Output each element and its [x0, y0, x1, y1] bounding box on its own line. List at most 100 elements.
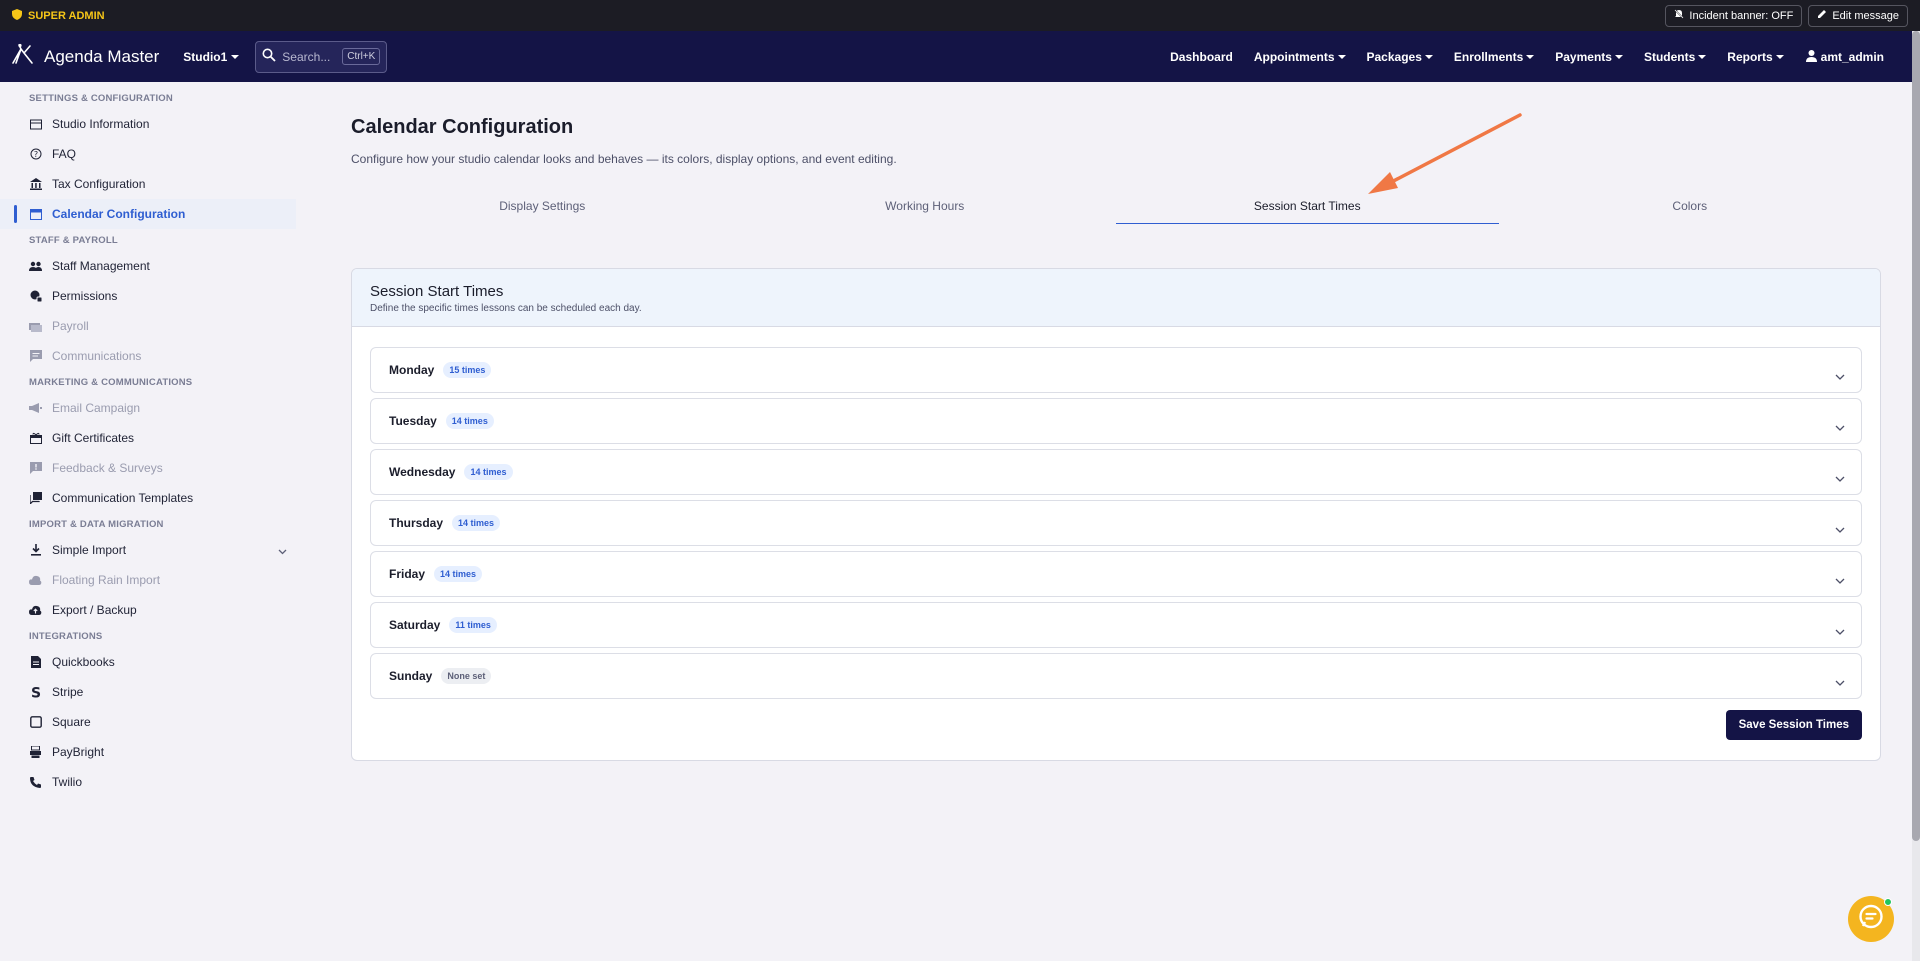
day-list: Monday 15 times Tuesday 14 times Wednesd… [352, 327, 1880, 699]
chat-bubble-icon [1858, 904, 1884, 935]
chevron-down-icon[interactable] [1835, 418, 1845, 436]
sidebar-item-studio-information[interactable]: Studio Information [0, 109, 300, 139]
online-status-dot [1884, 898, 1892, 906]
page-title: Calendar Configuration [351, 116, 574, 138]
studio-selector[interactable]: Studio1 [183, 50, 240, 64]
sidebar-item-feedback-surveys[interactable]: Feedback & Surveys [0, 453, 300, 483]
chevron-down-icon[interactable] [1835, 520, 1845, 538]
nav-students[interactable]: Students [1644, 50, 1707, 64]
permissions-icon [29, 290, 42, 303]
times-count-badge: 14 times [452, 515, 501, 531]
page-scrollbar-thumb[interactable] [1912, 31, 1920, 841]
day-row-tuesday[interactable]: Tuesday 14 times [370, 398, 1862, 444]
day-name: Friday [389, 567, 426, 581]
day-row-thursday[interactable]: Thursday 14 times [370, 500, 1862, 546]
shortcut-hint: Ctrl+K [342, 48, 381, 65]
gift-icon [29, 432, 42, 445]
sidebar-section-title: SETTINGS & CONFIGURATION [29, 92, 173, 104]
day-row-wednesday[interactable]: Wednesday 14 times [370, 449, 1862, 495]
tab-working-hours[interactable]: Working Hours [734, 188, 1117, 224]
sidebar-item-faq[interactable]: ? FAQ [0, 139, 300, 169]
sidebar-item-communications[interactable]: Communications [0, 341, 300, 371]
nav-enrollments[interactable]: Enrollments [1454, 50, 1535, 64]
caret-down-icon [1526, 54, 1535, 59]
stripe-icon: S [29, 686, 42, 699]
card-title: Session Start Times [370, 283, 504, 300]
dancer-logo-icon [10, 43, 36, 70]
nav-appointments[interactable]: Appointments [1254, 50, 1346, 64]
cloud-icon [29, 574, 42, 587]
sidebar-item-payroll[interactable]: Payroll [0, 311, 300, 341]
shield-icon [12, 8, 22, 23]
sidebar-item-paybright[interactable]: PayBright [0, 737, 300, 767]
day-name: Sunday [389, 669, 433, 683]
sidebar-item-gift-certificates[interactable]: Gift Certificates [0, 423, 300, 453]
edit-message-button[interactable]: Edit message [1808, 4, 1908, 27]
sidebar-item-calendar-configuration[interactable]: Calendar Configuration [0, 199, 296, 229]
chevron-down-icon[interactable] [278, 544, 287, 558]
sidebar-item-floating-rain-import[interactable]: Floating Rain Import [0, 565, 300, 595]
feedback-icon [29, 462, 42, 475]
sidebar-section-title: STAFF & PAYROLL [29, 234, 118, 246]
sidebar-item-twilio[interactable]: Twilio [0, 767, 300, 797]
sidebar-item-tax-configuration[interactable]: Tax Configuration [0, 169, 300, 199]
page-subtitle: Configure how your studio calendar looks… [351, 152, 897, 166]
chevron-down-icon[interactable] [1835, 367, 1845, 385]
nav-packages[interactable]: Packages [1367, 50, 1433, 64]
cloud-upload-icon [29, 604, 42, 617]
caret-down-icon [1337, 54, 1346, 59]
support-chat-button[interactable] [1848, 896, 1894, 942]
sidebar-section-title: MARKETING & COMMUNICATIONS [29, 376, 193, 388]
search-input[interactable]: Search... Ctrl+K [255, 40, 388, 73]
tab-display-settings[interactable]: Display Settings [351, 188, 734, 224]
times-count-badge: 11 times [449, 617, 497, 633]
chat-icon [29, 350, 42, 363]
bank-icon [29, 178, 42, 191]
settings-sidebar: SETTINGS & CONFIGURATION Studio Informat… [0, 82, 300, 961]
megaphone-icon [29, 402, 42, 415]
svg-text:?: ? [33, 150, 37, 159]
nav-payments[interactable]: Payments [1555, 50, 1623, 64]
nav-reports[interactable]: Reports [1727, 50, 1784, 64]
sidebar-item-simple-import[interactable]: Simple Import [0, 535, 300, 565]
chevron-down-icon[interactable] [1835, 673, 1845, 691]
nav-dashboard[interactable]: Dashboard [1170, 50, 1233, 64]
caret-down-icon [1775, 54, 1784, 59]
super-admin-label: SUPER ADMIN [12, 8, 105, 23]
calendar-icon [29, 208, 42, 221]
user-menu[interactable]: amt_admin [1805, 49, 1884, 65]
chevron-down-icon[interactable] [1835, 469, 1845, 487]
sidebar-item-communication-templates[interactable]: Communication Templates [0, 483, 300, 513]
day-row-saturday[interactable]: Saturday 11 times [370, 602, 1862, 648]
save-session-times-button[interactable]: Save Session Times [1725, 710, 1862, 740]
brand-logo-link[interactable]: Agenda Master [10, 43, 159, 70]
sidebar-item-stripe[interactable]: S Stripe [0, 677, 300, 707]
sidebar-item-quickbooks[interactable]: Quickbooks [0, 647, 300, 677]
user-icon [1805, 49, 1818, 65]
config-tabs: Display Settings Working Hours Session S… [351, 188, 1881, 224]
sidebar-item-square[interactable]: Square [0, 707, 300, 737]
sidebar-item-staff-management[interactable]: Staff Management [0, 251, 300, 281]
day-row-friday[interactable]: Friday 14 times [370, 551, 1862, 597]
document-icon [29, 656, 42, 669]
svg-text:S: S [31, 686, 41, 699]
caret-down-icon [231, 54, 240, 59]
day-name: Monday [389, 363, 435, 377]
download-icon [29, 544, 42, 557]
day-row-monday[interactable]: Monday 15 times [370, 347, 1862, 393]
sidebar-item-permissions[interactable]: Permissions [0, 281, 300, 311]
chevron-down-icon[interactable] [1835, 571, 1845, 589]
chevron-down-icon[interactable] [1835, 622, 1845, 640]
incident-banner-button[interactable]: Incident banner: OFF [1665, 4, 1803, 27]
times-count-badge: None set [441, 668, 492, 684]
caret-down-icon [1698, 54, 1707, 59]
search-icon [262, 48, 276, 65]
tab-colors[interactable]: Colors [1499, 188, 1882, 224]
day-name: Saturday [389, 618, 441, 632]
sidebar-item-export-backup[interactable]: Export / Backup [0, 595, 300, 625]
sidebar-item-email-campaign[interactable]: Email Campaign [0, 393, 300, 423]
sidebar-section-title: IMPORT & DATA MIGRATION [29, 518, 164, 530]
day-row-sunday[interactable]: Sunday None set [370, 653, 1862, 699]
times-count-badge: 14 times [434, 566, 483, 582]
top-navbar: Agenda Master Studio1 Search... Ctrl+K D… [0, 31, 1912, 82]
